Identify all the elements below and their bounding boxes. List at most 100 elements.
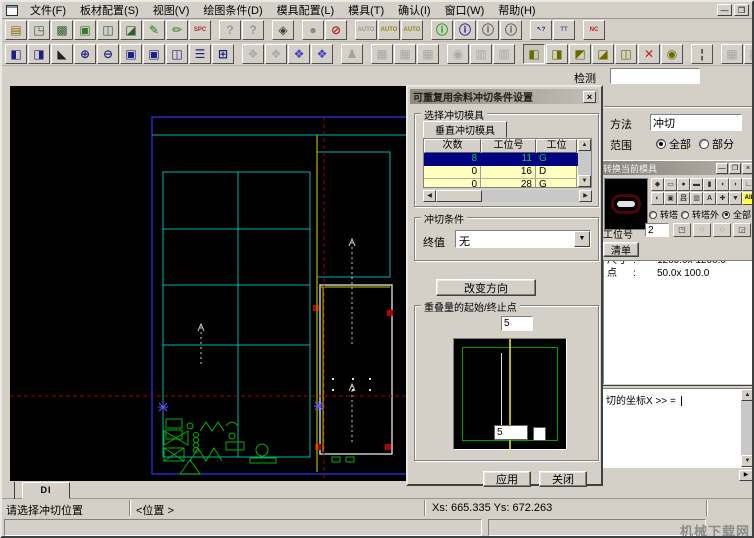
method-input[interactable] <box>650 114 742 131</box>
info-green-icon[interactable]: ⓘ <box>431 20 453 40</box>
scroll-down-icon[interactable]: ▼ <box>578 175 591 187</box>
window-new-icon[interactable]: ◧ <box>5 44 27 64</box>
apply-button[interactable]: 应用 <box>483 471 531 487</box>
document-tab[interactable]: DI <box>22 482 70 499</box>
column-header[interactable]: 工位号 <box>481 139 536 153</box>
help-gray-icon[interactable]: ? <box>219 20 241 40</box>
pointer-corner-icon[interactable]: ◣ <box>51 44 73 64</box>
spc-icon[interactable]: SPC <box>189 20 211 40</box>
zoom-extents-icon[interactable]: ▣ <box>143 44 165 64</box>
machine-gray-icon[interactable]: ▦ <box>371 44 393 64</box>
convert-button-2[interactable]: ◌ <box>713 223 731 237</box>
layout-bottom-icon[interactable]: ◨ <box>546 44 568 64</box>
shape-button-1[interactable]: ▭ <box>664 178 677 191</box>
menu-item-6[interactable]: 确认(I) <box>391 1 437 19</box>
shape-button-6[interactable]: ▼ <box>729 192 742 205</box>
turret-option-0[interactable]: 转塔 <box>649 208 678 221</box>
shape-button-5[interactable]: ◖ <box>716 178 729 191</box>
scroll-up-icon[interactable]: ▲ <box>578 139 591 151</box>
punch-gray2-icon[interactable]: ❖ <box>265 44 287 64</box>
shape-button-2[interactable]: ● <box>677 178 690 191</box>
no-entry-icon[interactable]: ⊘ <box>325 20 347 40</box>
auto-icon[interactable]: AUTO <box>378 20 400 40</box>
draw-icon[interactable]: ✎ <box>143 20 165 40</box>
machine-gray3-icon[interactable]: ▦ <box>417 44 439 64</box>
machine-gray2-icon[interactable]: ▦ <box>394 44 416 64</box>
convert-button-1[interactable]: ◌ <box>693 223 711 237</box>
maximize-icon[interactable]: ❐ <box>729 163 741 174</box>
shape-button-5[interactable]: ✚ <box>716 192 729 205</box>
range-option-1[interactable]: 部分 <box>699 136 734 152</box>
table-vscrollbar[interactable]: ▲ ▼ <box>578 139 591 187</box>
shape-button-2[interactable]: 吕 <box>677 192 690 205</box>
window-zoom-icon[interactable]: ◨ <box>28 44 50 64</box>
tab-vertical-punch-tool[interactable]: 垂直冲切模具 <box>423 121 507 138</box>
close-icon[interactable]: × <box>583 91 596 103</box>
table-hscrollbar[interactable]: ◀ ▶ <box>423 190 592 202</box>
scroll-down-icon[interactable]: ▼ <box>741 455 754 467</box>
table-row[interactable]: 016D <box>424 166 591 179</box>
delete-icon[interactable]: ✕ <box>638 44 660 64</box>
nc-run-icon[interactable]: NC <box>583 20 605 40</box>
tile-horizontal-icon[interactable]: ☰ <box>189 44 211 64</box>
scroll-left-icon[interactable]: ◀ <box>423 190 436 202</box>
station-input[interactable] <box>645 223 669 237</box>
punch-gray-icon[interactable]: ❖ <box>242 44 264 64</box>
zoom-in-icon[interactable]: ⊕ <box>74 44 96 64</box>
menu-item-0[interactable]: 文件(F) <box>23 1 73 19</box>
operator-icon[interactable]: ♟ <box>341 44 363 64</box>
folder-part-icon[interactable]: ◫ <box>97 20 119 40</box>
probe-gray2-icon[interactable]: ▥ <box>470 44 492 64</box>
shape-button-3[interactable]: ▬ <box>690 178 703 191</box>
maximize-icon[interactable]: ❐ <box>734 4 749 16</box>
info-blue-icon[interactable]: ⓘ <box>454 20 476 40</box>
change-direction-button[interactable]: 改变方向 <box>436 279 536 296</box>
shape-button-0[interactable]: ◐ <box>651 192 664 205</box>
zoom-window-icon[interactable]: ▣ <box>120 44 142 64</box>
column-header[interactable]: 工位 <box>536 139 577 153</box>
menu-item-2[interactable]: 视图(V) <box>146 1 197 19</box>
shape-button-1[interactable]: ▣ <box>664 192 677 205</box>
minimize-icon[interactable]: — <box>717 4 732 16</box>
menu-item-8[interactable]: 帮助(H) <box>491 1 542 19</box>
context-help-icon[interactable]: ↖? <box>530 20 552 40</box>
layout-left-icon[interactable]: ◧ <box>523 44 545 64</box>
console-scrollbar[interactable]: ▲ ▼ <box>741 389 754 467</box>
punch-tool-table[interactable]: 次数工位号工位 811G016D028G ▲ ▼ <box>423 138 592 188</box>
layout-split-icon[interactable]: ◫ <box>615 44 637 64</box>
convert-button-0[interactable]: ◳ <box>673 223 691 237</box>
folder-icon[interactable]: ▩ <box>51 20 73 40</box>
shape-button-0[interactable]: ◆ <box>651 178 664 191</box>
paste-icon[interactable]: ▤ <box>5 20 27 40</box>
shape-button-6[interactable]: ◗ <box>729 178 742 191</box>
layout-right-icon[interactable]: ◪ <box>592 44 614 64</box>
shape-button-7[interactable]: ∟ <box>742 178 754 191</box>
list-button[interactable]: 清单 <box>603 242 639 257</box>
text-tool-icon[interactable]: TT <box>553 20 575 40</box>
info-dark2-icon[interactable]: ⓘ <box>500 20 522 40</box>
menu-item-5[interactable]: 模具(T) <box>341 1 391 19</box>
scroll-right-icon[interactable]: ▶ <box>579 190 592 202</box>
grid-gray-icon[interactable]: ▦ <box>721 44 743 64</box>
tool-window-titlebar[interactable]: 转换当前模具 —❐× <box>601 161 754 175</box>
auto-gray-icon[interactable]: AUTO <box>355 20 377 40</box>
turret-option-2[interactable]: 全部 <box>722 208 751 221</box>
auto2-icon[interactable]: AUTO <box>401 20 423 40</box>
shape-button-4[interactable]: A <box>703 192 716 205</box>
table-row[interactable]: 811G <box>424 153 591 166</box>
punch-blue-icon[interactable]: ❖ <box>288 44 310 64</box>
probe-gray-icon[interactable]: ◉ <box>447 44 469 64</box>
scrollbar-thumb[interactable] <box>436 190 482 202</box>
final-value-combo[interactable]: 无 ▼ <box>455 230 591 248</box>
convert-button-3[interactable]: ◲ <box>733 223 751 237</box>
table-row[interactable]: 028G <box>424 179 591 188</box>
cascade-icon[interactable]: ⊞ <box>212 44 234 64</box>
punch-blue2-icon[interactable]: ❖ <box>311 44 333 64</box>
shape-button-4[interactable]: ▮ <box>703 178 716 191</box>
menu-item-3[interactable]: 绘图条件(D) <box>196 1 269 19</box>
overlap-end-input[interactable] <box>494 425 528 440</box>
dot-icon[interactable]: ● <box>302 20 324 40</box>
info-dark-icon[interactable]: ⓘ <box>477 20 499 40</box>
layout-corner-icon[interactable]: ◩ <box>569 44 591 64</box>
detect-input[interactable] <box>610 68 700 84</box>
